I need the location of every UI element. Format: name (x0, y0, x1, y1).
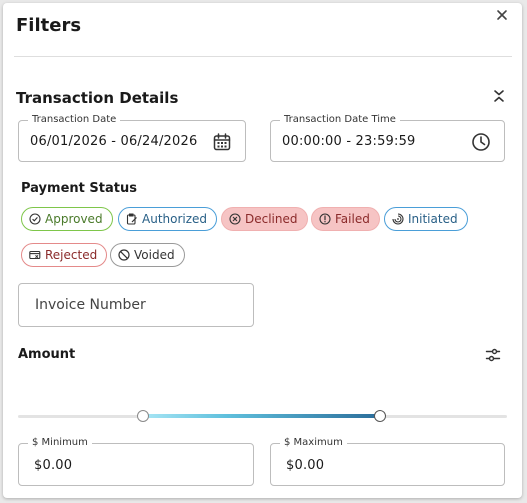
amount-title: Amount (18, 347, 76, 362)
ban-icon (118, 249, 130, 261)
chip-rejected[interactable]: Rejected (21, 243, 108, 267)
header-divider (14, 56, 512, 57)
amount-minimum-field[interactable]: $ Minimum $0.00 (18, 437, 254, 486)
chip-label: Approved (45, 212, 103, 226)
transaction-time-value: 00:00:00 - 23:59:59 (282, 134, 416, 149)
calendar-icon[interactable] (212, 132, 232, 152)
chip-label: Voided (134, 248, 175, 262)
x-circle-icon (229, 213, 241, 225)
transaction-details-title: Transaction Details (16, 89, 179, 107)
transaction-date-label: Transaction Date (28, 114, 121, 126)
card-x-icon (29, 250, 41, 260)
amount-maximum-field[interactable]: $ Maximum $0.00 (270, 437, 505, 486)
chip-declined[interactable]: Declined (221, 207, 308, 231)
chip-label: Failed (335, 212, 370, 226)
amount-slider-range (143, 414, 380, 418)
amount-slider-min-handle[interactable] (137, 410, 149, 422)
chip-label: Rejected (45, 248, 98, 262)
tune-icon[interactable] (485, 347, 501, 363)
transaction-time-field[interactable]: Transaction Date Time 00:00:00 - 23:59:5… (270, 114, 505, 162)
alert-circle-icon (319, 213, 331, 225)
check-circle-icon (29, 213, 41, 225)
chip-authorized[interactable]: Authorized (118, 207, 218, 231)
clipboard-edit-icon (126, 213, 137, 225)
panel-title: Filters (16, 15, 82, 36)
chip-label: Authorized (142, 212, 208, 226)
amount-minimum-label: $ Minimum (28, 437, 92, 449)
chip-approved[interactable]: Approved (21, 207, 113, 231)
amount-maximum-value: $0.00 (286, 458, 325, 473)
amount-slider-max-handle[interactable] (374, 410, 386, 422)
transaction-date-field[interactable]: Transaction Date 06/01/2026 - 06/24/2026 (18, 114, 246, 162)
collapse-icon[interactable] (492, 89, 506, 103)
amount-minimum-value: $0.00 (34, 458, 73, 473)
invoice-number-input[interactable]: Invoice Number (18, 283, 254, 327)
chip-voided[interactable]: Voided (110, 243, 185, 267)
invoice-number-placeholder: Invoice Number (35, 297, 146, 313)
chip-label: Declined (245, 212, 298, 226)
amount-maximum-label: $ Maximum (280, 437, 347, 449)
clock-icon[interactable] (471, 132, 491, 152)
payment-status-title: Payment Status (21, 181, 137, 196)
transaction-time-label: Transaction Date Time (280, 114, 400, 126)
chip-initiated[interactable]: Initiated (384, 207, 468, 231)
close-icon[interactable] (494, 7, 510, 23)
progress-icon (392, 213, 404, 225)
transaction-date-value: 06/01/2026 - 06/24/2026 (30, 134, 198, 149)
filters-panel: Filters Transaction Details Transaction … (3, 3, 522, 498)
chip-label: Initiated (408, 212, 458, 226)
chip-failed[interactable]: Failed (311, 207, 380, 231)
